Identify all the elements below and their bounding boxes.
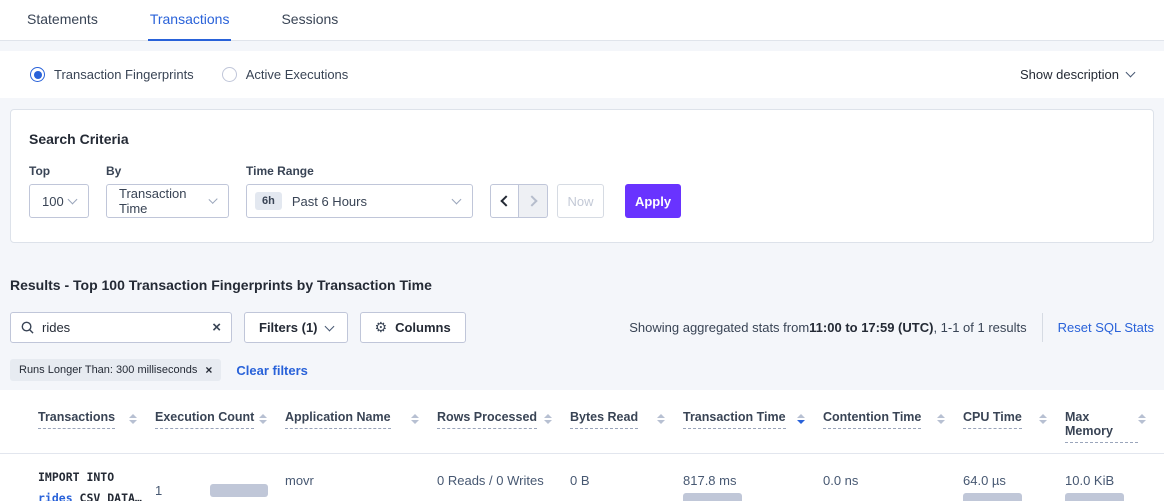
apply-button[interactable]: Apply [625, 184, 681, 218]
column-header-transaction-time[interactable]: Transaction Time [683, 410, 823, 443]
max-memory-bar [1065, 493, 1124, 501]
transaction-text-line2: CSV DATA… [73, 491, 142, 501]
sort-icon[interactable] [1039, 414, 1047, 424]
column-header-bytes-read[interactable]: Bytes Read [570, 410, 683, 443]
filters-button[interactable]: Filters (1) [244, 312, 348, 343]
time-range-select[interactable]: 6h Past 6 Hours [246, 184, 473, 218]
radio-selected-icon[interactable] [30, 67, 45, 82]
search-criteria-card: Search Criteria Top 100 By Transaction T… [10, 109, 1154, 243]
next-time-button[interactable] [519, 184, 548, 218]
column-header-transactions[interactable]: Transactions [38, 410, 155, 443]
show-description-label: Show description [1020, 67, 1119, 82]
tab-statements[interactable]: Statements [25, 0, 100, 41]
stats-prefix: Showing aggregated stats from [629, 320, 809, 335]
chevron-left-icon [500, 195, 511, 206]
tab-sessions[interactable]: Sessions [279, 0, 340, 41]
search-input[interactable] [42, 320, 212, 335]
reset-sql-stats-link[interactable]: Reset SQL Stats [1058, 320, 1154, 335]
column-header-max-memory[interactable]: Max Memory [1065, 410, 1164, 443]
results-heading: Results - Top 100 Transaction Fingerprin… [10, 277, 1154, 293]
radio-transaction-fingerprints[interactable]: Transaction Fingerprints [30, 67, 194, 82]
cell-transaction-fingerprint[interactable]: IMPORT INTO rides CSV DATA… [38, 467, 155, 501]
cell-cpu-time: 64.0 µs [963, 467, 1065, 501]
column-header-execution-count[interactable]: Execution Count [155, 410, 285, 443]
chevron-down-icon [324, 322, 334, 332]
columns-button-label: Columns [395, 320, 451, 335]
tab-transactions[interactable]: Transactions [148, 0, 232, 41]
page-tabs: Statements Transactions Sessions [0, 0, 1164, 41]
stats-suffix: , 1-1 of 1 results [933, 320, 1026, 335]
cell-rows-processed: 0 Reads / 0 Writes [437, 467, 570, 501]
cell-contention-time: 0.0 ns [823, 467, 963, 501]
sort-icon[interactable] [1138, 414, 1146, 424]
chevron-down-icon [1126, 68, 1136, 78]
column-header-rows-processed[interactable]: Rows Processed [437, 410, 570, 443]
table-row: IMPORT INTO rides CSV DATA… 1 movr 0 Rea… [0, 453, 1164, 501]
transaction-time-bar [683, 493, 742, 501]
filters-button-label: Filters (1) [259, 320, 318, 335]
clear-search-icon[interactable]: × [212, 320, 221, 335]
remove-filter-icon[interactable]: × [205, 363, 212, 377]
radio-unselected-icon[interactable] [222, 67, 237, 82]
previous-time-button[interactable] [490, 184, 519, 218]
column-header-application-name[interactable]: Application Name [285, 410, 437, 443]
sort-icon[interactable] [259, 414, 267, 424]
cell-execution-count: 1 [155, 467, 285, 501]
by-select[interactable]: Transaction Time [106, 184, 229, 218]
view-toggle-bar: Transaction Fingerprints Active Executio… [0, 51, 1164, 98]
sort-icon[interactable] [544, 414, 552, 424]
filter-pill: Runs Longer Than: 300 milliseconds × [10, 359, 221, 381]
chevron-down-icon [68, 194, 78, 204]
now-button[interactable]: Now [557, 184, 604, 218]
search-criteria-title: Search Criteria [29, 131, 1135, 147]
columns-button[interactable]: ⚙ Columns [360, 312, 466, 343]
chevron-right-icon [526, 195, 537, 206]
cell-bytes-read: 0 B [570, 467, 683, 501]
radio-label: Active Executions [246, 67, 349, 82]
execution-count-value: 1 [155, 483, 210, 498]
search-box[interactable]: × [10, 312, 232, 343]
divider [1042, 313, 1043, 342]
stats-summary: Showing aggregated stats from 11:00 to 1… [629, 313, 1154, 342]
active-filters-row: Runs Longer Than: 300 milliseconds × Cle… [10, 359, 1154, 381]
radio-active-executions[interactable]: Active Executions [222, 67, 349, 82]
cpu-time-bar [963, 493, 1022, 501]
cell-transaction-time: 817.8 ms [683, 467, 823, 501]
top-select[interactable]: 100 [29, 184, 89, 218]
table-header-row: Transactions Execution Count Application… [0, 390, 1164, 453]
cell-max-memory: 10.0 KiB [1065, 467, 1164, 501]
cell-application-name: movr [285, 467, 437, 501]
execution-count-bar [210, 484, 268, 497]
time-stepper [490, 184, 548, 218]
radio-label: Transaction Fingerprints [54, 67, 194, 82]
chevron-down-icon [452, 194, 462, 204]
time-range-value: Past 6 Hours [292, 194, 367, 209]
transaction-text-line1: IMPORT INTO [38, 470, 114, 484]
show-description-toggle[interactable]: Show description [1020, 67, 1134, 82]
max-memory-value: 10.0 KiB [1065, 473, 1164, 488]
sort-icon[interactable] [411, 414, 419, 424]
column-header-cpu-time[interactable]: CPU Time [963, 410, 1065, 443]
top-select-value: 100 [42, 194, 64, 209]
cpu-time-value: 64.0 µs [963, 473, 1065, 488]
transaction-time-value: 817.8 ms [683, 473, 823, 488]
stats-range: 11:00 to 17:59 (UTC) [809, 320, 933, 335]
column-header-contention-time[interactable]: Contention Time [823, 410, 963, 443]
search-icon [21, 321, 34, 334]
by-select-value: Transaction Time [119, 186, 210, 216]
gear-icon: ⚙ [375, 320, 388, 336]
transaction-table-link[interactable]: rides [38, 491, 73, 501]
by-label: By [106, 164, 229, 178]
time-range-badge: 6h [255, 192, 282, 210]
time-range-label: Time Range [246, 164, 473, 178]
top-label: Top [29, 164, 89, 178]
clear-filters-link[interactable]: Clear filters [236, 363, 308, 378]
sort-icon[interactable] [937, 414, 945, 424]
filter-pill-label: Runs Longer Than: 300 milliseconds [19, 364, 197, 376]
sort-icon-active[interactable] [797, 414, 805, 424]
sort-icon[interactable] [129, 414, 137, 424]
sort-icon[interactable] [657, 414, 665, 424]
results-toolbar: × Filters (1) ⚙ Columns Showing aggregat… [10, 312, 1154, 343]
results-table: Transactions Execution Count Application… [0, 390, 1164, 501]
